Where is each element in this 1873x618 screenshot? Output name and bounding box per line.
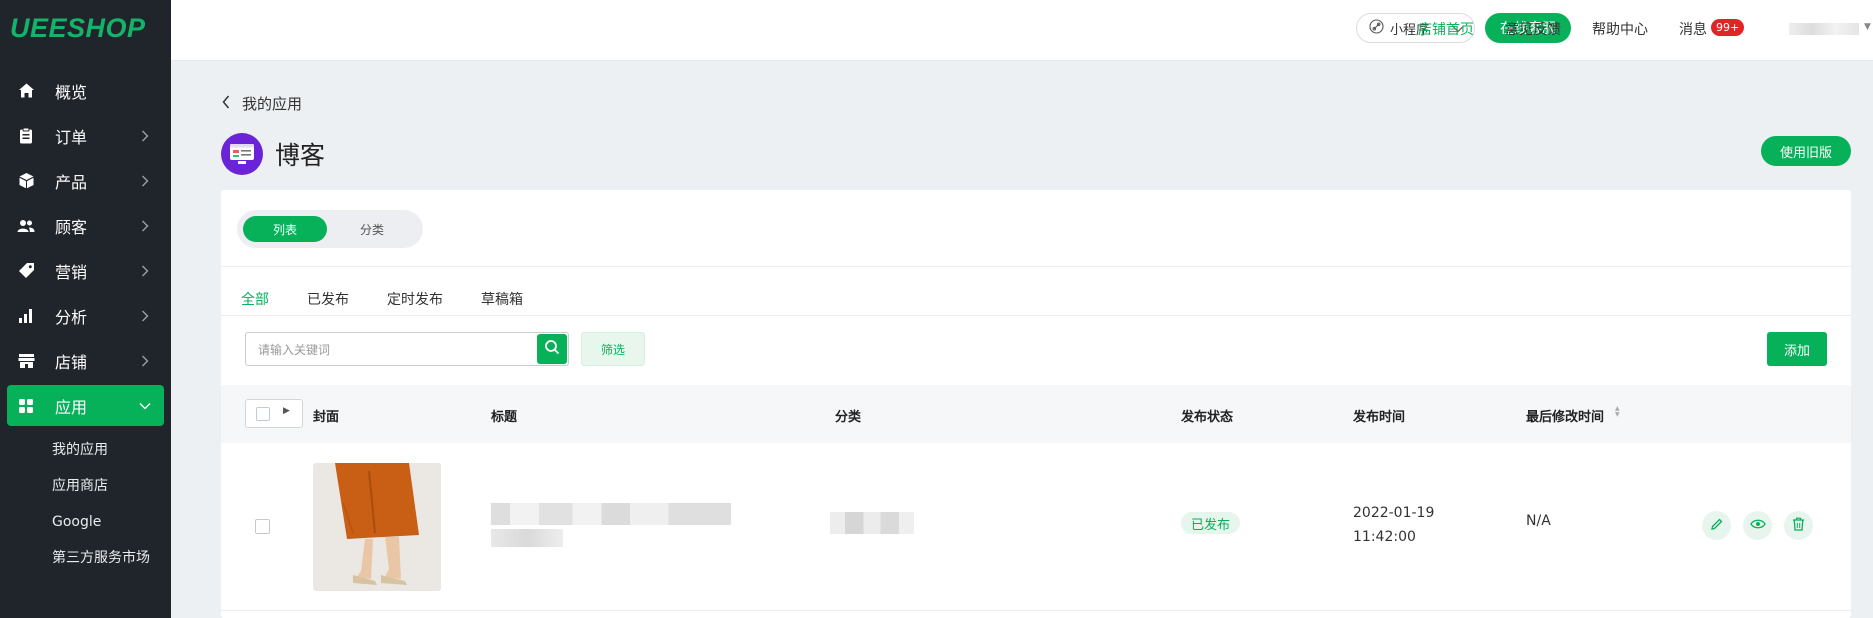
sidebar-item-label: 应用 — [55, 397, 88, 417]
publish-time: 2022-01-19 11:42:00 — [1353, 501, 1434, 549]
bar-chart-icon — [17, 307, 35, 325]
apps-grid-icon — [17, 397, 35, 415]
publish-date: 2022-01-19 — [1353, 505, 1435, 521]
table-header: ▶ 封面 标题 分类 发布状态 发布时间 最后修改时间 ▲ ▼ — [221, 385, 1851, 443]
sidebar-item-label: 营销 — [55, 262, 88, 282]
app-header: 博客 — [221, 133, 325, 175]
sidebar-item-orders[interactable]: 订单 — [7, 115, 164, 156]
caret-right-icon: ▶ — [283, 406, 290, 416]
chevron-down-icon — [138, 399, 152, 413]
pencil-icon — [1710, 517, 1724, 535]
submenu-item-my-apps[interactable]: 我的应用 — [0, 432, 171, 468]
modified-time: N/A — [1526, 513, 1551, 529]
chevron-right-icon — [138, 129, 152, 143]
select-all-checkbox[interactable] — [256, 407, 270, 421]
messages-link[interactable]: 消息 — [1679, 19, 1707, 39]
sidebar-item-label: 顾客 — [55, 217, 88, 237]
chevron-right-icon — [138, 219, 152, 233]
delete-button[interactable] — [1784, 511, 1813, 540]
users-icon — [17, 217, 35, 235]
sidebar-item-store[interactable]: 店铺 — [7, 340, 164, 381]
store-home-link[interactable]: 店铺首页 — [1418, 19, 1474, 39]
sidebar-item-marketing[interactable]: 营销 — [7, 250, 164, 291]
tab-all[interactable]: 全部 — [241, 280, 269, 320]
search-button[interactable] — [537, 334, 567, 364]
submenu-item-app-store[interactable]: 应用商店 — [0, 468, 171, 504]
divider — [221, 266, 1851, 267]
chevron-right-icon — [138, 174, 152, 188]
use-old-version-button[interactable]: 使用旧版 — [1761, 136, 1851, 166]
preview-button[interactable] — [1743, 511, 1772, 540]
back-link[interactable]: 我的应用 — [222, 93, 302, 114]
sidebar-item-analytics[interactable]: 分析 — [7, 295, 164, 336]
submenu-item-google[interactable]: Google — [0, 504, 171, 540]
column-header-category: 分类 — [835, 410, 862, 425]
tab-drafts[interactable]: 草稿箱 — [481, 280, 523, 320]
search-icon — [544, 339, 560, 359]
sidebar-item-label: 概览 — [55, 82, 88, 102]
blog-app-icon — [221, 133, 263, 175]
sidebar-item-label: 店铺 — [55, 352, 88, 372]
sidebar-item-apps[interactable]: 应用 — [7, 385, 164, 426]
apps-submenu: 我的应用 应用商店 Google 第三方服务市场 — [0, 432, 171, 576]
column-header-title: 标题 — [491, 410, 518, 425]
sidebar-nav: 概览 订单 产品 顾客 营销 分析 店铺 应用 — [0, 70, 171, 426]
tab-scheduled[interactable]: 定时发布 — [387, 280, 443, 320]
status-tabs: 全部 已发布 定时发布 草稿箱 — [241, 280, 561, 320]
column-header-modified-time[interactable]: 最后修改时间 — [1526, 406, 1604, 425]
view-segmented-control: 列表 分类 — [237, 210, 423, 248]
publish-clock: 11:42:00 — [1353, 529, 1416, 545]
column-header-publish-time: 发布时间 — [1353, 410, 1406, 425]
add-button[interactable]: 添加 — [1767, 332, 1827, 366]
trash-icon — [1792, 517, 1805, 535]
search-input[interactable]: 请输入关键词 — [245, 332, 569, 366]
home-icon — [17, 82, 35, 100]
status-badge: 已发布 — [1181, 512, 1241, 534]
title-redacted — [491, 529, 563, 547]
divider — [221, 315, 1851, 316]
category-redacted — [830, 512, 914, 534]
blog-list-card: 列表 分类 全部 已发布 定时发布 草稿箱 请输入关键词 筛选 添加 ▶ 封面 … — [221, 190, 1851, 618]
search-placeholder: 请输入关键词 — [258, 343, 331, 357]
page-title: 博客 — [275, 141, 326, 170]
chevron-right-icon — [138, 264, 152, 278]
messages-badge: 99+ — [1711, 19, 1745, 36]
sidebar-item-label: 分析 — [55, 307, 88, 327]
link-icon — [1369, 18, 1384, 38]
column-header-status: 发布状态 — [1181, 410, 1234, 425]
chevron-right-icon — [138, 354, 152, 368]
user-name-redacted[interactable] — [1789, 23, 1859, 35]
sidebar: UEESHOP 概览 订单 产品 顾客 营销 分析 店铺 应用 我的应用 应用商… — [0, 0, 171, 618]
sidebar-item-label: 订单 — [55, 127, 88, 147]
bulk-select-dropdown[interactable]: ▶ — [245, 399, 303, 428]
chevron-right-icon — [138, 309, 152, 323]
chevron-left-icon — [222, 95, 230, 113]
caret-down-icon[interactable]: ▼ — [1864, 22, 1871, 32]
sidebar-item-label: 产品 — [55, 172, 88, 192]
edit-button[interactable] — [1702, 511, 1731, 540]
segment-category[interactable]: 分类 — [327, 216, 417, 242]
sort-icon[interactable]: ▲ ▼ — [1615, 406, 1620, 418]
column-header-cover: 封面 — [313, 410, 340, 425]
filter-button[interactable]: 筛选 — [581, 332, 645, 366]
sidebar-item-products[interactable]: 产品 — [7, 160, 164, 201]
brand-logo[interactable]: UEESHOP — [0, 0, 171, 56]
sidebar-item-customers[interactable]: 顾客 — [7, 205, 164, 246]
row-checkbox[interactable] — [255, 519, 270, 534]
back-label: 我的应用 — [242, 95, 303, 113]
cover-thumbnail — [313, 463, 441, 591]
box-icon — [17, 172, 35, 190]
tag-icon — [17, 262, 35, 280]
help-center-link[interactable]: 帮助中心 — [1592, 19, 1648, 39]
title-redacted[interactable] — [491, 503, 731, 525]
table-row: 已发布 2022-01-19 11:42:00 N/A — [221, 443, 1851, 611]
segment-list[interactable]: 列表 — [243, 216, 327, 242]
feedback-link[interactable]: 意见反馈 — [1505, 19, 1561, 39]
sidebar-item-overview[interactable]: 概览 — [7, 70, 164, 111]
clipboard-icon — [17, 127, 35, 145]
eye-icon — [1749, 518, 1766, 534]
store-icon — [17, 352, 35, 370]
tab-published[interactable]: 已发布 — [307, 280, 349, 320]
submenu-item-third-party-market[interactable]: 第三方服务市场 — [0, 540, 171, 576]
